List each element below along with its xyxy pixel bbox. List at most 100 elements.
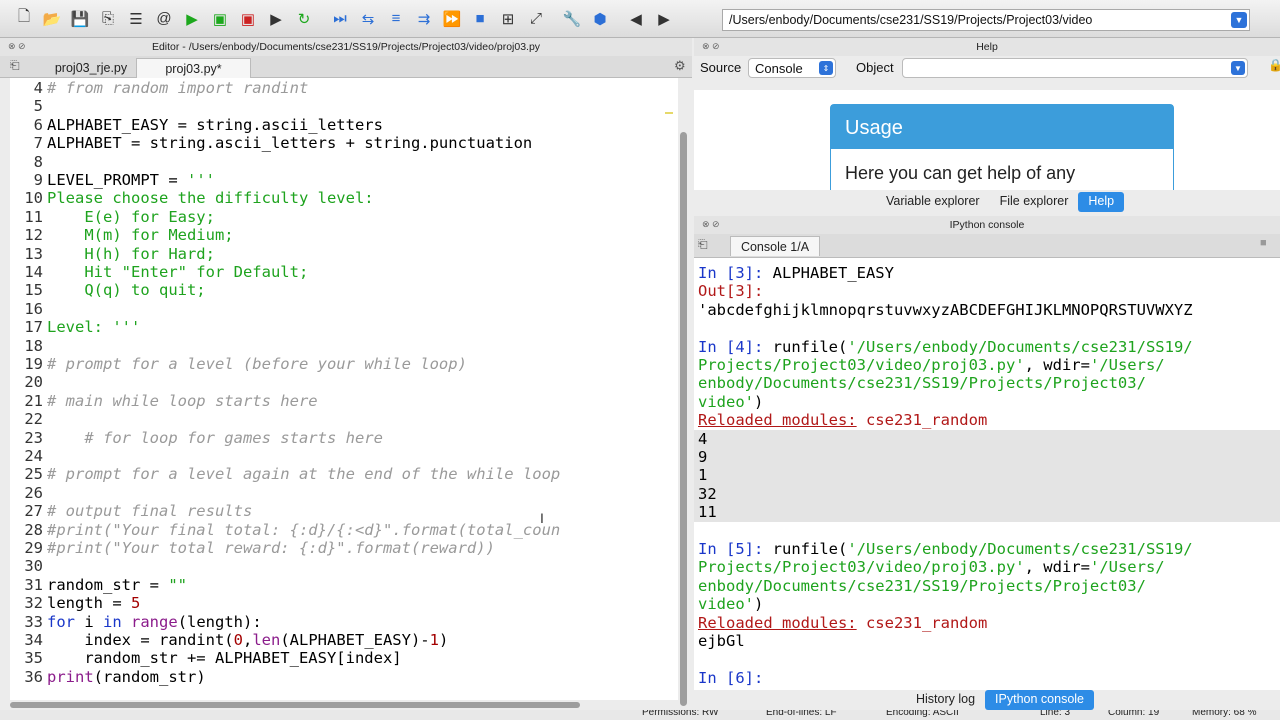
status-column: Column: 19 [1108,710,1160,718]
browse-tabs-icon[interactable]: ⎗ [698,237,708,252]
line-number: 20 [24,373,43,392]
working-directory-text: /Users/enbody/Documents/cse231/SS19/Proj… [729,13,1093,27]
save-all-icon[interactable]: ⎘ [96,7,120,31]
step-return-icon[interactable]: ⇉ [412,7,436,31]
debug-icon[interactable]: ⏭ [328,7,352,31]
code-text: print(random_str) [47,667,206,686]
new-file-icon[interactable]: 🗋 [12,7,36,31]
code-line[interactable]: 29 #print("Your total reward: {:d}".forma… [10,539,495,557]
code-line[interactable]: 19 # prompt for a level (before your whil… [10,355,467,373]
forward-arrow-icon[interactable]: ▶ [652,7,676,31]
code-text: # main while loop starts here [47,391,318,410]
step-into-icon[interactable]: ≡ [384,7,408,31]
console-line: In [3]: ALPHABET_EASY [698,264,894,282]
code-line[interactable]: 16 [10,300,47,318]
stop-kernel-icon[interactable]: ■ [1260,237,1267,249]
source-select[interactable]: Console ⇕ [748,58,836,78]
code-line[interactable]: 11 E(e) for Easy; [10,208,215,226]
code-line[interactable]: 15 Q(q) to quit; [10,281,205,299]
fullscreen-icon[interactable]: ⤢ [524,7,548,31]
tab-console-1a[interactable]: Console 1/A [730,236,820,256]
code-line[interactable]: 26 [10,484,47,502]
run-icon[interactable]: ▶ [180,7,204,31]
tab-file-explorer[interactable]: File explorer [990,192,1079,212]
code-line[interactable]: 25 # prompt for a level again at the end … [10,465,560,483]
code-line[interactable]: 4 # from random import randint [10,79,309,97]
chevron-down-icon[interactable]: ▼ [1231,12,1247,28]
line-number: 25 [24,465,43,484]
code-line[interactable]: 9 LEVEL_PROMPT = ''' [10,171,215,189]
open-folder-icon[interactable]: 📂 [40,7,64,31]
code-line[interactable]: 27 # output final results [10,502,252,520]
console-line: 11 [698,503,717,522]
back-arrow-icon[interactable]: ◀ [624,7,648,31]
code-line[interactable]: 23 # for loop for games starts here [10,429,383,447]
code-line[interactable]: 20 [10,373,47,391]
line-number: 17 [24,318,43,337]
lock-icon[interactable]: 🔒 [1268,58,1280,72]
code-editor[interactable]: 4 # from random import randint 5 6 ALPHABET_… [10,78,678,700]
status-line: Line: 3 [1040,710,1071,718]
code-line[interactable]: 36 print(random_str) [10,667,206,686]
tab-variable-explorer[interactable]: Variable explorer [876,192,990,212]
preferences-wrench-icon[interactable]: 🔧 [560,7,584,31]
code-line[interactable]: 32 length = 5 [10,594,140,612]
tab-ipython-console[interactable]: IPython console [985,690,1094,710]
tab-help[interactable]: Help [1078,192,1125,212]
close-pane-icon[interactable]: ⊗ ⊘ [702,41,720,52]
run-selection-icon[interactable]: ▶ [264,7,288,31]
code-line[interactable]: 33 for i in range(length): [10,613,261,631]
at-icon[interactable]: @ [152,7,176,31]
line-number: 11 [24,207,43,226]
code-line[interactable]: 5 [10,97,47,115]
code-line[interactable]: 7 ALPHABET = string.ascii_letters + strin… [10,134,533,152]
status-permissions: Permissions: RW [642,710,719,718]
close-pane-icon[interactable]: ⊗ ⊘ [8,41,26,52]
tab-proj03[interactable]: proj03.py* [136,58,251,78]
rerun-icon[interactable]: ↻ [292,7,316,31]
editor-horizontal-scrollbar[interactable] [10,702,580,708]
code-text: Level: ''' [47,318,141,337]
code-text: # output final results [47,502,253,521]
close-pane-icon[interactable]: ⊗ ⊘ [702,219,720,230]
code-line[interactable]: 8 [10,153,47,171]
code-text: Please choose the difficulty level: [47,189,374,208]
code-line[interactable]: 24 [10,447,47,465]
tab-history-log[interactable]: History log [906,690,985,710]
chevron-updown-icon: ⇕ [819,61,833,75]
code-line[interactable]: 10 Please choose the difficulty level: [10,189,374,208]
list-icon[interactable]: ☰ [124,7,148,31]
console-pane-tabs: History log IPython console [906,690,1094,710]
code-line[interactable]: 18 [10,337,47,355]
code-line[interactable]: 34 index = randint(0,len(ALPHABET_EASY)-… [10,631,448,649]
code-line[interactable]: 22 [10,410,47,428]
run-cell-icon[interactable]: ▣ [208,7,232,31]
save-icon[interactable]: 💾 [68,7,92,31]
ipython-console[interactable]: In [3]: ALPHABET_EASY Out[3]:'abcdefghijk… [694,258,1280,690]
stop-icon[interactable]: ■ [468,7,492,31]
working-directory-input[interactable]: /Users/enbody/Documents/cse231/SS19/Proj… [722,9,1250,31]
editor-vertical-scrollbar[interactable] [680,132,687,706]
object-input[interactable]: ▼ [902,58,1248,78]
continue-icon[interactable]: ⏩ [440,7,464,31]
code-line[interactable]: 35 random_str += ALPHABET_EASY[index] [10,649,401,667]
code-line[interactable]: 21 # main while loop starts here [10,391,318,410]
run-cell-advance-icon[interactable]: ▣ [236,7,260,31]
tab-proj03-rje[interactable]: proj03_rje.py [46,58,136,78]
browse-tabs-icon[interactable]: ⎗ [10,58,20,73]
code-line[interactable]: 13 H(h) for Hard; [10,245,215,263]
console-title-text: IPython console [949,219,1025,231]
maximize-pane-icon[interactable]: ⊞ [496,7,520,31]
gear-icon[interactable]: ⚙ [674,58,686,74]
line-number: 19 [24,355,43,373]
code-line[interactable]: 28 #print("Your final total: {:d}/{:<d}".… [10,521,560,539]
code-line[interactable]: 30 [10,557,47,575]
code-line[interactable]: 17 Level: ''' [10,318,140,336]
code-line[interactable]: 31 random_str = "" [10,576,187,594]
console-pane-title: ⊗ ⊘ IPython console [694,216,1280,234]
code-line[interactable]: 14 Hit "Enter" for Default; [10,263,308,281]
step-icon[interactable]: ⇆ [356,7,380,31]
python-path-icon[interactable]: ⬢ [588,7,612,31]
code-line[interactable]: 6 ALPHABET_EASY = string.ascii_letters [10,116,383,134]
code-line[interactable]: 12 M(m) for Medium; [10,226,233,244]
